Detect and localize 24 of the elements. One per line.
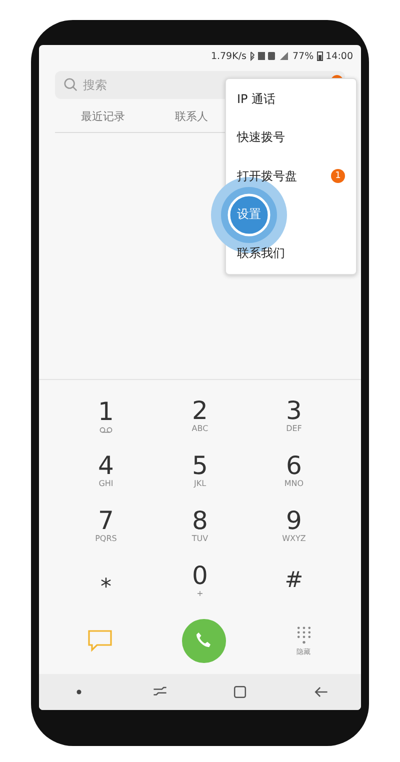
dial-key[interactable]: # [247, 553, 341, 608]
status-icons-drawing [249, 51, 290, 61]
dial-key[interactable]: 3 DEF [247, 388, 341, 443]
dial-key[interactable]: 5 JKL [153, 443, 247, 498]
dial-key[interactable]: 1 [59, 388, 153, 443]
dial-key[interactable]: ⁎ [59, 553, 153, 608]
dial-key[interactable]: 2 ABC [153, 388, 247, 443]
search-icon [63, 77, 78, 92]
tab[interactable]: 最近记录 [75, 107, 131, 132]
dial-key[interactable]: 4 GHI [59, 443, 153, 498]
menu-item[interactable]: 打开拨号盘 1 [225, 157, 357, 196]
menu-item[interactable]: 联系我们 [225, 234, 357, 272]
battery-icon [316, 51, 323, 61]
dial-key[interactable]: 8 TUV [153, 498, 247, 553]
dial-key[interactable]: 0 + [153, 553, 247, 608]
dial-key[interactable]: 7 PQRS [59, 498, 153, 553]
dial-key[interactable]: 6 MNO [247, 443, 341, 498]
dial-key[interactable]: 9 WXYZ [247, 498, 341, 553]
network-speed: 1.79K/s [210, 50, 246, 62]
voicemail-icon [99, 426, 113, 434]
menu-item[interactable]: 快速拨号 [225, 118, 357, 157]
clock: 14:00 [326, 50, 353, 62]
battery-level: 77% [292, 50, 314, 62]
tab[interactable]: 联系人 [169, 107, 214, 132]
